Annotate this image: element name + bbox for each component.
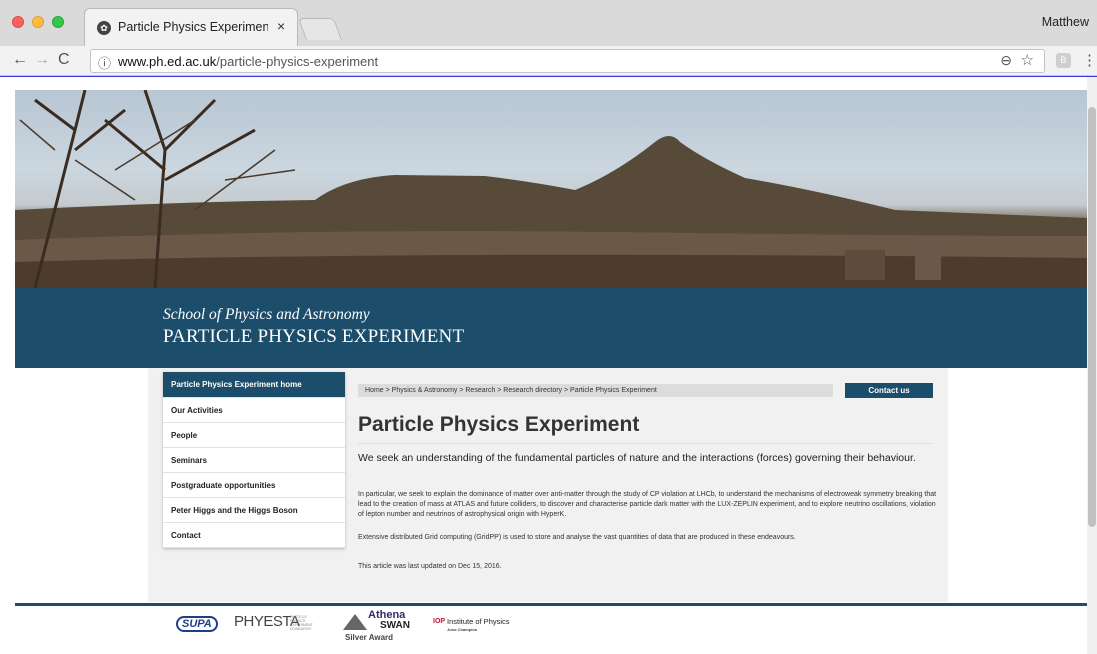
iop-logo-subtitle: Juno Champion — [447, 627, 478, 632]
footer-divider — [15, 603, 1087, 606]
address-bar[interactable]: ⓘ www.ph.ed.ac.uk/particle-physics-exper… — [90, 49, 1045, 73]
sidebar-item-seminars[interactable]: Seminars — [163, 448, 345, 473]
tab-title: Particle Physics Experiment | S — [118, 20, 268, 34]
title-divider — [358, 443, 933, 444]
breadcrumb[interactable]: Home > Physics & Astronomy > Research > … — [358, 384, 833, 397]
maximize-window-button[interactable] — [52, 16, 64, 28]
banner-image — [15, 90, 1087, 288]
athena-swan-mark-icon — [343, 614, 367, 630]
lead-paragraph: We seek an understanding of the fundamen… — [358, 452, 916, 464]
minimize-window-button[interactable] — [32, 16, 44, 28]
unit-name[interactable]: PARTICLE PHYSICS EXPERIMENT — [163, 326, 464, 348]
body-paragraph: In particular, we seek to explain the do… — [358, 491, 937, 518]
browser-menu-icon[interactable]: ⋮ — [1082, 51, 1097, 69]
tab-close-icon[interactable]: × — [277, 18, 285, 34]
phyesta-logo-subtitle: PARTICLE PHYSICS EXPERIMENT EDINBURGH — [290, 615, 313, 631]
info-icon[interactable]: ⓘ — [98, 53, 111, 72]
last-updated-text: This article was last updated on Dec 15,… — [358, 563, 502, 570]
page-scrollbar[interactable] — [1087, 77, 1097, 654]
sidebar-item-our-activities[interactable]: Our Activities — [163, 398, 345, 423]
url-host: www.ph.ed.ac.uk — [118, 54, 217, 69]
forward-arrow-icon[interactable]: → — [34, 51, 50, 69]
athena-swan-logo-swan: SWAN — [380, 620, 410, 631]
extension-icon[interactable]: B — [1056, 53, 1071, 68]
reload-icon[interactable]: C — [58, 51, 70, 69]
site-header: School of Physics and Astronomy PARTICLE… — [15, 288, 1087, 368]
browser-tab-bar: ✿ Particle Physics Experiment | S × Matt… — [0, 0, 1097, 46]
browser-toolbar: ← → C ⓘ www.ph.ed.ac.uk/particle-physics… — [0, 46, 1097, 76]
sidebar-nav: Particle Physics Experiment home Our Act… — [163, 372, 345, 548]
school-name[interactable]: School of Physics and Astronomy — [163, 306, 370, 324]
body-paragraph-grid: Extensive distributed Grid computing (Gr… — [358, 534, 796, 541]
sidebar-item-contact[interactable]: Contact — [163, 523, 345, 548]
page-title: Particle Physics Experiment — [358, 413, 640, 436]
sidebar-item-home[interactable]: Particle Physics Experiment home — [163, 372, 345, 398]
contact-us-button[interactable]: Contact us — [845, 383, 933, 398]
back-arrow-icon[interactable]: ← — [12, 51, 28, 69]
new-tab-button[interactable] — [297, 18, 343, 40]
supa-logo[interactable]: SUPA — [176, 616, 218, 632]
browser-tab[interactable]: ✿ Particle Physics Experiment | S × — [84, 8, 298, 46]
iop-logo-name: Institute of Physics — [447, 617, 510, 626]
url-text[interactable]: www.ph.ed.ac.uk/particle-physics-experim… — [118, 54, 378, 69]
close-window-button[interactable] — [12, 16, 24, 28]
page-viewport: School of Physics and Astronomy PARTICLE… — [0, 77, 1097, 654]
scrollbar-thumb[interactable] — [1088, 107, 1096, 527]
university-crest-icon: ✿ — [97, 21, 111, 35]
zoom-icon[interactable]: ⊖ — [1000, 52, 1012, 69]
profile-name[interactable]: Matthew — [1042, 15, 1089, 29]
bookmark-star-icon[interactable]: ☆ — [1021, 51, 1034, 69]
sidebar-item-higgs[interactable]: Peter Higgs and the Higgs Boson — [163, 498, 345, 523]
sidebar-item-postgraduate[interactable]: Postgraduate opportunities — [163, 473, 345, 498]
url-path: /particle-physics-experiment — [216, 54, 379, 69]
edinburgh-skyline-illustration — [15, 90, 1087, 288]
silver-award-text: Silver Award — [345, 633, 394, 642]
iop-logo[interactable]: IOP — [433, 618, 445, 625]
sidebar-item-people[interactable]: People — [163, 423, 345, 448]
